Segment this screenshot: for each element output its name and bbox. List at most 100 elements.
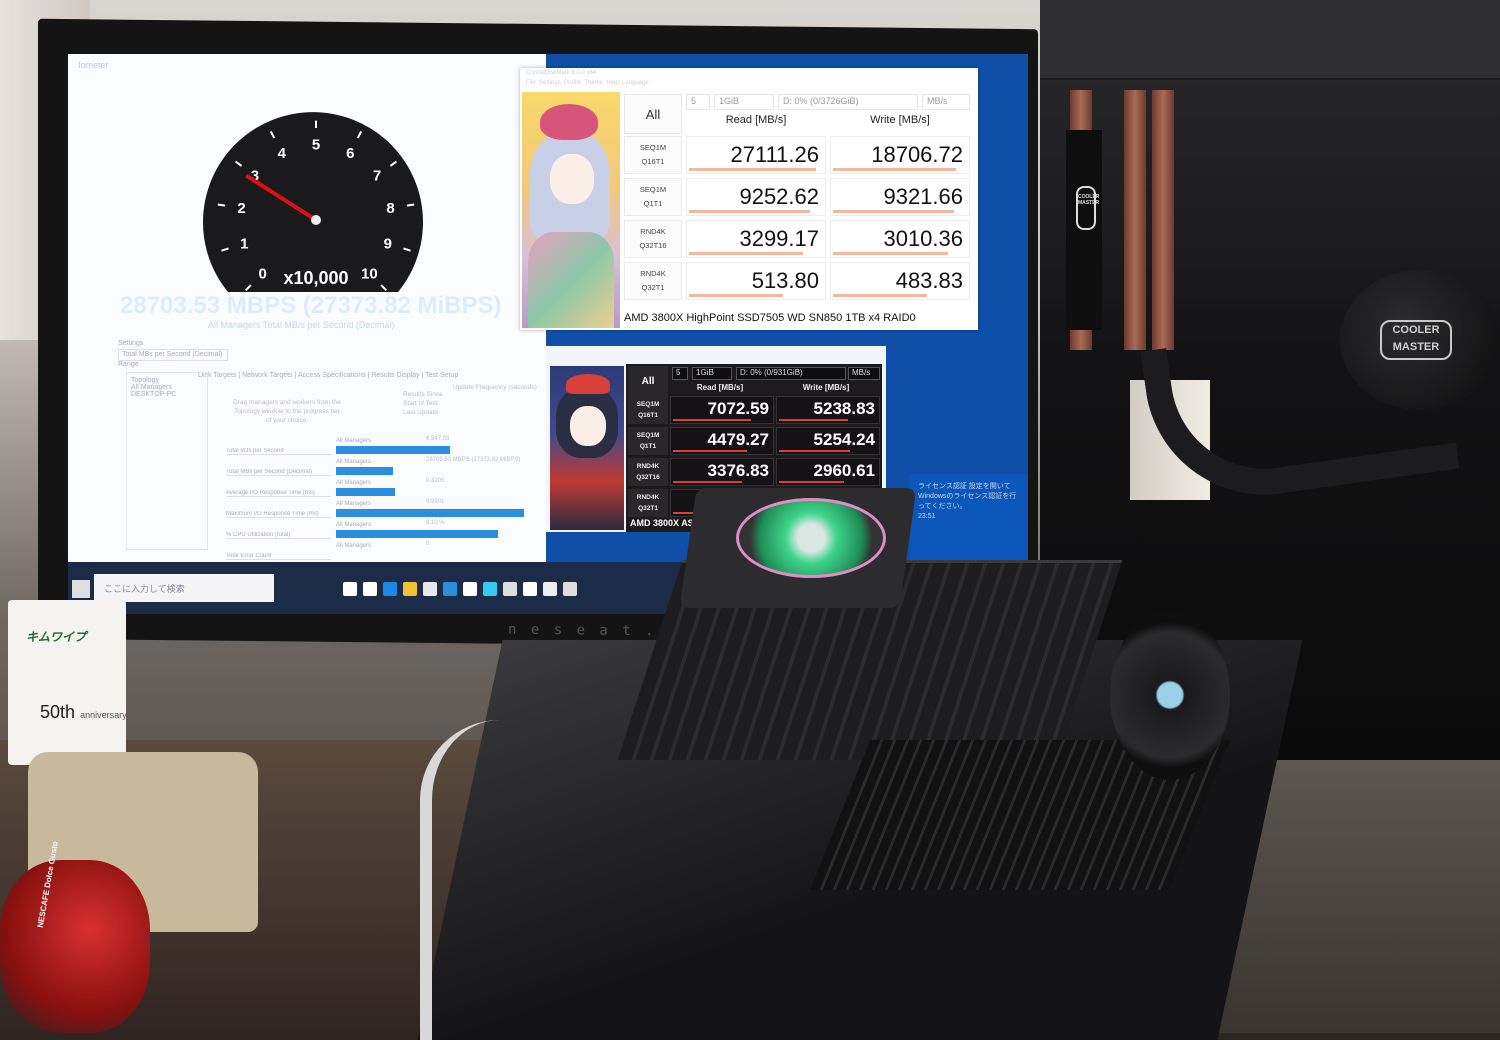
metric-value: 6,547.03 [426,436,450,442]
test-label[interactable]: SEQ1M Q16T1 [624,136,682,174]
explorer-icon[interactable] [403,582,417,596]
metric-label[interactable]: Average I/O Response Time (ms) [226,490,331,497]
test-name: SEQ1M [639,143,667,152]
test-label[interactable]: SEQ1M Q1T1 [624,178,682,216]
unit-select[interactable]: MB/s [922,94,970,110]
activation-notification[interactable]: ライセンス認証 設定を開いてWindowsのライセンス認証を行ってください。 2… [910,474,1028,562]
drive-select[interactable]: D: 0% (0/3726GiB) [778,94,918,110]
app-icon[interactable] [463,582,477,596]
test-label[interactable]: SEQ1M Q16T1 [628,396,668,424]
coffee-machine [0,860,150,1033]
drag-hint: Drag managers and workers from the Topol… [233,399,341,424]
tab-results-display[interactable]: Results Display [371,372,419,379]
iometer-window[interactable]: Iometer 0 1 2 3 4 5 6 7 8 9 10 x10,000 28703.53 MB… [68,54,546,562]
write-value: 2960.61 [813,461,875,480]
mail-icon[interactable] [443,582,457,596]
cdm-dark-comment[interactable]: AMD 3800X AS [630,518,694,528]
menu-language[interactable]: Language [622,80,649,86]
gauge-tick-label: 1 [240,235,248,252]
read-result: 4479.27 [670,427,774,455]
size-select[interactable]: 1GiB [692,367,732,380]
test-queue: Q32T1 [638,505,658,512]
cdm-window-light[interactable]: CrystalDiskMark 8.0.0 x64 File Settings … [520,68,978,330]
test-label[interactable]: RND4K Q32T1 [628,489,668,517]
store-icon[interactable] [423,582,437,596]
write-result: 9321.66 [830,178,970,216]
size-select[interactable]: 1GiB [714,94,774,110]
iometer-title: Iometer [78,60,109,70]
radio-start-of-test[interactable]: Start of Test [403,399,443,408]
write-result: 3010.36 [830,220,970,258]
tab-test-setup[interactable]: Test Setup [425,372,458,379]
edge-icon[interactable] [383,582,397,596]
metric-label[interactable]: Total I/Os per Second [226,448,331,455]
all-button[interactable]: All [624,94,682,134]
all-button[interactable]: All [628,366,668,396]
topology-item[interactable]: All Managers [131,384,203,391]
heatpipe [1124,90,1146,350]
test-queue: Q1T1 [639,443,657,450]
test-queue: Q32T16 [639,241,667,250]
metric-bar [336,446,450,454]
gauge-tick-mark [406,203,415,207]
cortana-icon[interactable] [343,582,357,596]
topology-label: Topology [131,377,160,384]
test-label[interactable]: RND4K Q32T16 [624,220,682,258]
read-result: 27111.26 [686,136,826,174]
read-value: 3299.17 [739,226,819,251]
metric-manager: All Managers [336,543,372,549]
read-result: 3376.83 [670,458,774,486]
test-label[interactable]: RND4K Q32T16 [628,458,668,486]
menu-profile[interactable]: Profile [564,80,581,86]
write-bar [779,450,850,452]
range-label: Range [118,361,139,368]
menu-settings[interactable]: Settings [539,80,561,86]
metric-manager: All Managers [336,522,372,528]
read-result: 9252.62 [686,178,826,216]
write-result: 18706.72 [830,136,970,174]
metric-value: 0.9901 [426,499,445,505]
crystaldiskinfo-icon[interactable] [483,582,497,596]
read-bar [673,450,747,452]
menu-help[interactable]: Help [606,80,618,86]
menu-theme[interactable]: Theme [584,80,603,86]
radio-last-update[interactable]: Last Update [403,408,443,417]
metric-label[interactable]: Total Error Count [226,553,331,560]
write-value: 5254.24 [813,430,875,449]
iometer-tabs: Disk Targets | Network Targets | Access … [198,372,459,379]
task-view-icon[interactable] [363,582,377,596]
tab-access-specs[interactable]: Access Specifications [298,372,366,379]
windows-start-icon[interactable] [72,580,90,598]
throughput-readout: 28703.53 MBPS (27373.82 MiBPS) [120,292,502,319]
iometer-icon[interactable] [523,582,537,596]
count-select[interactable]: 5 [686,94,710,110]
app4-icon[interactable] [563,582,577,596]
taskbar-search[interactable]: ここに入力して検索 [94,574,274,602]
metric-value: 8.10 % [426,520,445,526]
gauge-tick-label: 0 [258,265,266,282]
topology-item[interactable]: DESKTOP-PC [131,391,203,398]
test-label[interactable]: SEQ1M Q1T1 [628,427,668,455]
app3-icon[interactable] [543,582,557,596]
write-value: 9321.66 [883,184,963,209]
read-bar [673,419,752,421]
gauge-svg: 01234 5 678910 x10,000 [203,112,423,292]
gauge-tick-mark [217,203,226,207]
settings-select[interactable]: Total MBs per Second (Decimal) [118,349,228,361]
art-hat [540,104,598,140]
metric-label[interactable]: % CPU Utilization (total) [226,532,331,539]
test-name: SEQ1M [636,401,660,408]
tab-network-targets[interactable]: Network Targets [242,372,292,379]
cdm-comment[interactable]: AMD 3800X HighPoint SSD7505 WD SN850 1TB… [624,312,916,324]
count-select[interactable]: 5 [672,367,688,380]
test-label[interactable]: RND4K Q32T1 [624,262,682,300]
anniversary-label: anniversary [80,710,127,720]
menu-file[interactable]: File [526,80,536,86]
app2-icon[interactable] [503,582,517,596]
read-bar [689,210,810,213]
tissue-box [8,600,126,765]
metric-label[interactable]: Total MBs per Second (Decimal) [226,469,331,476]
unit-select[interactable]: MB/s [848,367,880,380]
drive-select[interactable]: D: 0% (0/931GiB) [736,367,846,380]
metric-label[interactable]: Maximum I/O Response Time (ms) [226,511,331,518]
